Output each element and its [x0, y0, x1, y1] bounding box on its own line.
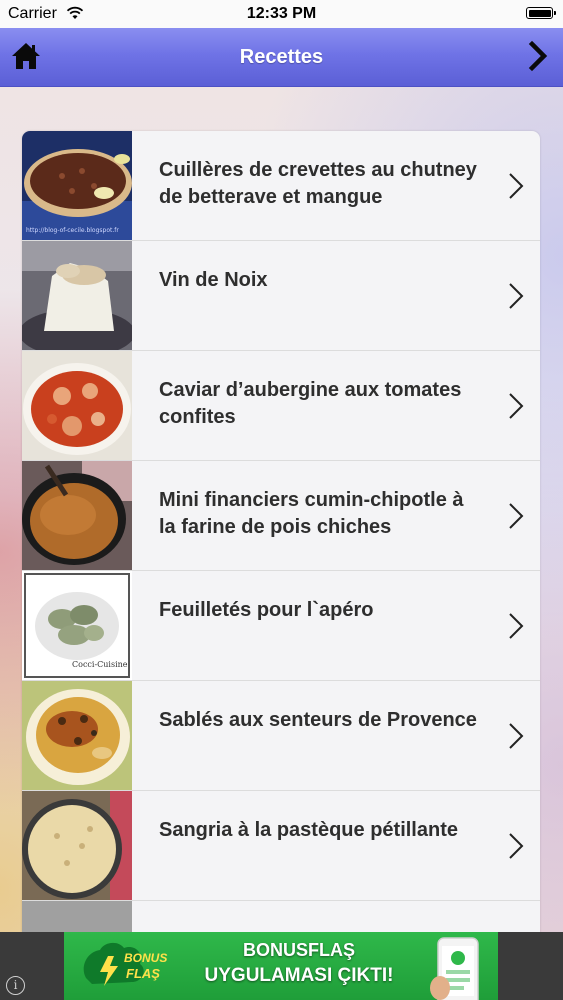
- info-icon[interactable]: i: [6, 976, 25, 995]
- recipe-row[interactable]: Cocci-Cuisine Feuilletés pour l`apéro: [22, 571, 540, 681]
- battery-icon: [526, 7, 556, 19]
- recipe-title: Vin de Noix: [159, 269, 268, 291]
- ad-subheadline: UYGULAMASI ÇIKTI!: [204, 965, 394, 986]
- ad-content[interactable]: BONUS FLAŞ BONUSFLAŞ UYGULAMASI ÇIKTI!: [64, 932, 498, 1000]
- chevron-right-icon: [509, 172, 524, 199]
- ad-logo: BONUS FLAŞ: [83, 942, 167, 986]
- recipe-thumbnail: [22, 901, 132, 936]
- thumbnail-caption: http://blog-of-cecile.blogspot.fr: [26, 227, 119, 234]
- ad-headline: BONUSFLAŞ: [243, 940, 355, 960]
- recipe-title: Sangria à la pastèque pétillante: [159, 819, 458, 841]
- recipe-row[interactable]: Vin de Noix: [22, 241, 540, 351]
- nav-bar: Recettes: [0, 28, 563, 87]
- recipe-title: Mini financiers cumin-chipotle à la fari…: [159, 489, 464, 538]
- ad-banner[interactable]: i BONUS FLAŞ BONUSFLAŞ UYGULAMASI ÇIKTI!: [0, 932, 563, 1000]
- status-time: 12:33 PM: [246, 5, 317, 22]
- recipe-row[interactable]: Caviar d’aubergine aux tomates confites: [22, 351, 540, 461]
- recipe-row[interactable]: [22, 901, 540, 936]
- recipe-thumbnail: [22, 461, 132, 570]
- chevron-right-icon: [509, 832, 524, 859]
- recipe-thumbnail: [22, 241, 132, 350]
- recipe-title: Feuilletés pour l`apéro: [159, 599, 374, 621]
- chevron-right-icon: [509, 282, 524, 309]
- recipe-row[interactable]: Mini financiers cumin-chipotle à la fari…: [22, 461, 540, 571]
- thumbnail-caption: Cocci-Cuisine: [72, 660, 128, 669]
- recipe-row[interactable]: Sangria à la pastèque pétillante: [22, 791, 540, 901]
- svg-text:FLAŞ: FLAŞ: [126, 966, 160, 981]
- recipe-thumbnail: [22, 681, 132, 790]
- chevron-right-icon[interactable]: [523, 38, 553, 74]
- svg-text:BONUS: BONUS: [124, 951, 167, 965]
- recipe-thumbnail: [22, 351, 132, 460]
- chevron-right-icon: [509, 612, 524, 639]
- status-bar: Carrier 12:33 PM: [0, 0, 563, 28]
- recipe-row[interactable]: Sablés aux senteurs de Provence: [22, 681, 540, 791]
- recipe-title: Cuillères de crevettes au chutney de bet…: [159, 159, 477, 208]
- recipe-title: Sablés aux senteurs de Provence: [159, 709, 477, 731]
- recipe-thumbnail: Cocci-Cuisine: [22, 571, 132, 680]
- phone-icon: [430, 937, 479, 1000]
- recipe-row[interactable]: http://blog-of-cecile.blogspot.fr Cuillè…: [22, 131, 540, 241]
- recipe-thumbnail: http://blog-of-cecile.blogspot.fr: [22, 131, 132, 240]
- recipe-list: http://blog-of-cecile.blogspot.fr Cuillè…: [22, 131, 540, 936]
- chevron-right-icon: [509, 502, 524, 529]
- chevron-right-icon: [509, 392, 524, 419]
- chevron-right-icon: [509, 722, 524, 749]
- recipe-thumbnail: [22, 791, 132, 900]
- page-title: Recettes: [239, 46, 324, 68]
- recipe-title: Caviar d’aubergine aux tomates confites: [159, 379, 462, 428]
